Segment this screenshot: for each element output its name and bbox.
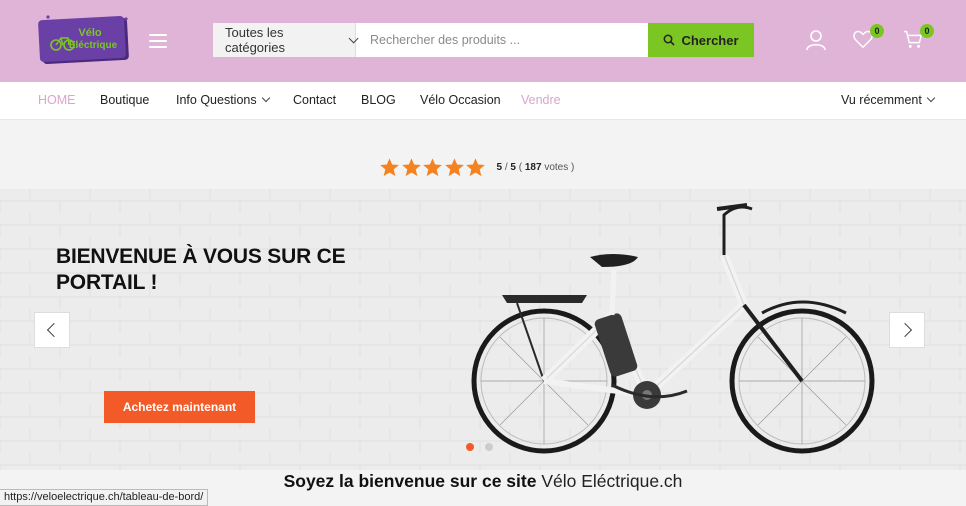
electric-bike-image bbox=[471, 203, 875, 454]
slider-dot-2[interactable] bbox=[485, 443, 493, 451]
chevron-right-icon bbox=[897, 322, 913, 338]
header-bar: Vélo Eléctrique Toutes les catégories Ch… bbox=[0, 0, 966, 82]
search-bar: Toutes les catégories Chercher bbox=[213, 23, 754, 57]
category-select[interactable]: Toutes les catégories bbox=[213, 23, 359, 57]
star-icon[interactable] bbox=[379, 157, 400, 178]
slider-prev-button[interactable] bbox=[34, 312, 70, 348]
nav-home[interactable]: HOME bbox=[38, 93, 76, 107]
search-button[interactable]: Chercher bbox=[648, 23, 754, 57]
nav-velo-occasion[interactable]: Vélo Occasion bbox=[420, 93, 501, 107]
hero-title: BIENVENUE À VOUS SUR CE PORTAIL ! bbox=[56, 245, 346, 294]
star-icon[interactable] bbox=[422, 157, 443, 178]
search-input[interactable] bbox=[356, 23, 648, 57]
status-bar-url: https://veloelectrique.ch/tableau-de-bor… bbox=[0, 489, 209, 506]
nav-boutique[interactable]: Boutique bbox=[100, 93, 149, 107]
nav-info-questions-label: Info Questions bbox=[176, 93, 257, 107]
shop-now-button[interactable]: Achetez maintenant bbox=[104, 391, 255, 423]
chevron-left-icon bbox=[46, 322, 62, 338]
site-rating: 5 / 5 ( 187 votes ) bbox=[379, 157, 574, 178]
nav-recently-viewed[interactable]: Vu récemment bbox=[841, 93, 936, 107]
wishlist-count-badge: 0 bbox=[870, 24, 884, 38]
logo-text-1: Vélo bbox=[78, 27, 102, 39]
wishlist-icon[interactable]: 0 bbox=[852, 24, 884, 52]
rating-max: 5 bbox=[510, 162, 516, 173]
rating-votes-label: votes ) bbox=[544, 162, 575, 173]
account-icon[interactable] bbox=[804, 28, 828, 52]
welcome-text: Soyez la bienvenue sur ce site bbox=[283, 471, 537, 491]
rating-score: 5 bbox=[496, 162, 503, 173]
search-button-label: Chercher bbox=[681, 32, 739, 48]
nav-recently-viewed-label: Vu récemment bbox=[841, 93, 922, 107]
rating-open-paren: ( bbox=[518, 162, 523, 173]
main-nav: HOME Boutique Info Questions Contact BLO… bbox=[0, 82, 966, 120]
slider-dots bbox=[466, 443, 493, 451]
hero-slider: BIENVENUE À VOUS SUR CE PORTAIL ! Achete… bbox=[0, 189, 966, 470]
logo-text-2: Eléctrique bbox=[69, 40, 118, 51]
star-icon[interactable] bbox=[465, 157, 486, 178]
welcome-site-name: Vélo Eléctrique.ch bbox=[541, 471, 683, 491]
slider-dot-1[interactable] bbox=[466, 443, 474, 451]
rating-votes: 187 bbox=[524, 162, 542, 173]
chevron-down-icon bbox=[926, 93, 936, 103]
rating-separator: / bbox=[504, 162, 508, 173]
nav-blog[interactable]: BLOG bbox=[361, 93, 396, 107]
search-icon bbox=[664, 34, 676, 46]
menu-toggle-icon[interactable] bbox=[149, 34, 167, 48]
slider-next-button[interactable] bbox=[889, 312, 925, 348]
nav-contact[interactable]: Contact bbox=[293, 93, 336, 107]
rating-summary: 5 / 5 ( 187 votes ) bbox=[497, 162, 575, 173]
cart-count-badge: 0 bbox=[920, 24, 934, 38]
star-icon[interactable] bbox=[401, 157, 422, 178]
category-select-value: Toutes les catégories bbox=[225, 25, 285, 55]
cart-icon[interactable]: 0 bbox=[902, 24, 934, 52]
nav-info-questions[interactable]: Info Questions bbox=[176, 93, 270, 107]
star-icon[interactable] bbox=[444, 157, 465, 178]
nav-vendre[interactable]: Vendre bbox=[521, 93, 561, 107]
chevron-down-icon bbox=[261, 93, 270, 103]
site-logo[interactable]: Vélo Eléctrique bbox=[38, 14, 132, 64]
